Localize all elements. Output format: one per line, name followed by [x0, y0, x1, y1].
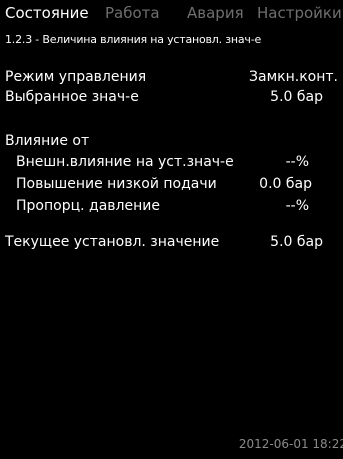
- current-setpoint-label: Текущее установл. значение: [5, 234, 220, 250]
- low-flow-boost-value: 0.0 бар: [259, 176, 312, 192]
- control-mode-label: Режим управления: [5, 69, 147, 85]
- timestamp: 2012-06-01 18:22: [238, 437, 343, 451]
- prop-pressure-label: Пропорц. давление: [16, 198, 160, 214]
- prop-pressure-row: Пропорц. давление --%: [0, 198, 343, 218]
- prop-pressure-value: --%: [285, 198, 309, 214]
- ext-influence-value: --%: [285, 154, 309, 170]
- influence-header-label: Влияние от: [5, 133, 90, 149]
- low-flow-boost-label: Повышение низкой подачи: [16, 176, 217, 192]
- tab-alarm[interactable]: Авария: [187, 4, 244, 22]
- tab-status[interactable]: Состояние: [5, 4, 89, 22]
- selected-value-label: Выбранное знач-е: [5, 89, 139, 105]
- ext-influence-row: Внешн.влияние на уст.знач-е --%: [0, 154, 343, 174]
- control-mode-row: Режим управления Замкн.конт.: [0, 69, 343, 89]
- control-mode-value: Замкн.конт.: [249, 69, 338, 85]
- selected-value-value: 5.0 бар: [270, 89, 323, 105]
- low-flow-boost-row: Повышение низкой подачи 0.0 бар: [0, 176, 343, 196]
- current-setpoint-value: 5.0 бар: [270, 234, 323, 250]
- current-setpoint-row: Текущее установл. значение 5.0 бар: [0, 234, 343, 254]
- selected-value-row: Выбранное знач-е 5.0 бар: [0, 89, 343, 109]
- influence-header-row: Влияние от: [0, 133, 343, 153]
- tab-operation[interactable]: Работа: [105, 4, 160, 22]
- ext-influence-label: Внешн.влияние на уст.знач-е: [16, 154, 234, 170]
- status-screen: Состояние Работа Авария Настройки 1.2.3 …: [0, 0, 343, 459]
- breadcrumb: 1.2.3 - Величина влияния на установл. зн…: [5, 33, 262, 46]
- tab-settings[interactable]: Настройки: [257, 4, 342, 22]
- tab-bar: Состояние Работа Авария Настройки: [5, 4, 343, 26]
